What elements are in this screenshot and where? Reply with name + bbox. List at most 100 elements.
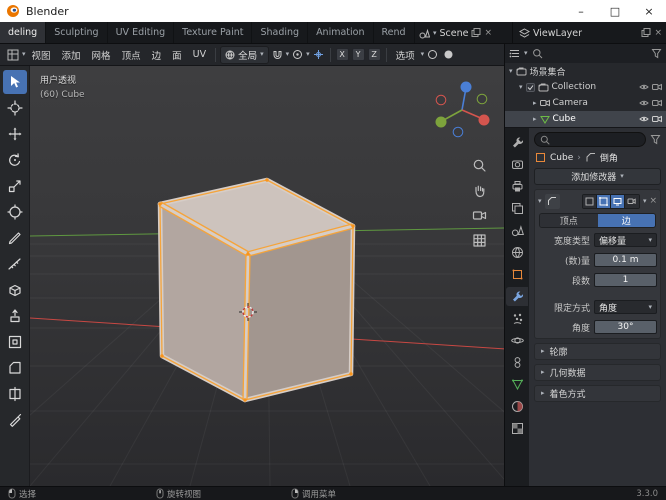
menu-view[interactable]: 视图 xyxy=(27,48,56,62)
affect-vertices-tab[interactable]: 顶点 xyxy=(540,214,598,227)
unlink-scene-icon[interactable]: × xyxy=(484,28,492,38)
menu-edge[interactable]: 边 xyxy=(147,48,167,62)
tool-knife[interactable] xyxy=(3,408,27,432)
tool-move[interactable] xyxy=(3,122,27,146)
search-icon[interactable] xyxy=(532,48,543,59)
add-modifier-button[interactable]: 添加修改器 ▾ xyxy=(534,168,661,185)
gizmo-z-neg[interactable] xyxy=(452,126,464,138)
options-menu[interactable]: 选项 xyxy=(391,48,420,62)
chevron-down-icon[interactable]: ▾ xyxy=(421,51,425,58)
transform-orientation-dropdown[interactable]: 全局 ▾ xyxy=(220,45,269,64)
proportional-editing-icon[interactable] xyxy=(290,48,305,61)
tool-loop-cut[interactable] xyxy=(3,382,27,406)
properties-search-input[interactable] xyxy=(534,132,646,147)
mirror-z-button[interactable]: Z xyxy=(367,48,381,61)
expand-icon[interactable]: ▸ xyxy=(533,99,537,107)
tab-render[interactable] xyxy=(506,155,528,174)
tool-rotate[interactable] xyxy=(3,148,27,172)
zoom-icon[interactable] xyxy=(472,158,487,173)
menu-vertex[interactable]: 顶点 xyxy=(117,48,146,62)
menu-uv[interactable]: UV xyxy=(188,49,211,60)
outliner-row-collection[interactable]: ▾ Collection xyxy=(505,79,666,95)
outliner-row-scene-collection[interactable]: ▾ 场景集合 xyxy=(505,63,666,79)
workspace-tab-modeling[interactable]: deling xyxy=(0,22,47,43)
remove-viewlayer-icon[interactable]: × xyxy=(654,28,662,38)
delete-modifier-icon[interactable]: × xyxy=(649,196,657,206)
tool-bevel[interactable] xyxy=(3,356,27,380)
angle-field[interactable]: 30° xyxy=(594,320,657,334)
expand-icon[interactable]: ▾ xyxy=(509,67,513,75)
filter-icon[interactable] xyxy=(651,48,662,59)
new-scene-icon[interactable] xyxy=(471,28,481,38)
checkbox-icon[interactable] xyxy=(525,82,535,92)
segments-field[interactable]: 1 xyxy=(594,273,657,287)
render-camera-icon[interactable] xyxy=(652,83,662,91)
amount-field[interactable]: 0.1 m xyxy=(594,253,657,267)
toggle-realtime[interactable] xyxy=(610,194,625,208)
section-shading[interactable]: ▸ 着色方式 xyxy=(534,385,661,402)
gizmo-x-neg[interactable] xyxy=(435,94,447,106)
chevron-down-icon[interactable]: ▾ xyxy=(286,51,290,58)
tab-scene[interactable] xyxy=(506,221,528,240)
outliner-row-camera[interactable]: ▸ Camera xyxy=(505,95,666,111)
tool-scale[interactable] xyxy=(3,174,27,198)
tool-select-box[interactable] xyxy=(2,70,27,94)
tab-physics[interactable] xyxy=(506,331,528,350)
tab-view-layer[interactable] xyxy=(506,199,528,218)
menu-add[interactable]: 添加 xyxy=(57,48,86,62)
minimize-button[interactable]: – xyxy=(564,0,598,22)
eye-icon[interactable] xyxy=(639,83,649,91)
pan-hand-icon[interactable] xyxy=(472,183,487,198)
mirror-y-button[interactable]: Y xyxy=(351,48,365,61)
tab-object[interactable] xyxy=(506,265,528,284)
tab-output[interactable] xyxy=(506,177,528,196)
menu-mesh[interactable]: 网格 xyxy=(87,48,116,62)
gizmo-y-axis[interactable] xyxy=(435,116,447,128)
outliner-editor-icon[interactable] xyxy=(509,48,520,59)
navigation-gizmo[interactable] xyxy=(430,76,494,140)
tool-annotate[interactable] xyxy=(3,226,27,250)
width-type-dropdown[interactable]: 偏移量 ▾ xyxy=(594,233,657,247)
workspace-tab-animation[interactable]: Animation xyxy=(308,22,374,43)
section-profile[interactable]: ▸ 轮廓 xyxy=(534,343,661,360)
workspace-tab-sculpting[interactable]: Sculpting xyxy=(46,22,108,43)
maximize-button[interactable]: □ xyxy=(598,0,632,22)
tab-world[interactable] xyxy=(506,243,528,262)
tab-particles[interactable] xyxy=(506,309,528,328)
cube-mesh[interactable] xyxy=(157,177,356,403)
shading-wireframe-icon[interactable] xyxy=(425,48,440,61)
tab-texture[interactable] xyxy=(506,419,528,438)
gizmo-x-axis[interactable] xyxy=(478,114,490,126)
breadcrumb-modifier[interactable]: 倒角 xyxy=(600,151,618,164)
tool-cursor[interactable] xyxy=(3,96,27,120)
workspace-tab-render[interactable]: Rend xyxy=(374,22,415,43)
tool-add-cube[interactable] xyxy=(3,278,27,302)
gizmo-z-axis[interactable] xyxy=(460,81,472,93)
expand-icon[interactable]: ▾ xyxy=(519,83,523,91)
mirror-x-button[interactable]: X xyxy=(335,48,349,61)
render-camera-icon[interactable] xyxy=(652,99,662,107)
add-viewlayer-icon[interactable] xyxy=(641,28,651,38)
toggle-edit-mode[interactable] xyxy=(596,194,611,208)
affect-edges-tab[interactable]: 边 xyxy=(597,214,655,227)
tab-material[interactable] xyxy=(506,397,528,416)
filter-icon[interactable] xyxy=(650,134,661,145)
tab-modifiers[interactable] xyxy=(506,287,528,306)
tab-tool[interactable] xyxy=(506,133,528,152)
tab-constraints[interactable] xyxy=(506,353,528,372)
ortho-grid-icon[interactable] xyxy=(472,233,487,248)
modifier-extras-icon[interactable]: ▾ xyxy=(643,197,647,205)
camera-view-icon[interactable] xyxy=(472,208,487,223)
tab-object-data[interactable] xyxy=(506,375,528,394)
viewport-3d[interactable]: 用户透视 (60) Cube xyxy=(0,66,504,486)
limit-method-dropdown[interactable]: 角度 ▾ xyxy=(594,300,657,314)
tool-inset[interactable] xyxy=(3,330,27,354)
shading-solid-icon[interactable] xyxy=(441,48,456,61)
editor-type-icon[interactable] xyxy=(5,48,21,62)
workspace-tab-uv-editing[interactable]: UV Editing xyxy=(108,22,175,43)
section-geometry[interactable]: ▸ 几何数据 xyxy=(534,364,661,381)
breadcrumb-object[interactable]: Cube xyxy=(550,153,573,163)
chevron-down-icon[interactable]: ▾ xyxy=(524,50,528,57)
chevron-down-icon[interactable]: ▾ xyxy=(306,51,310,58)
eye-icon[interactable] xyxy=(639,99,649,107)
